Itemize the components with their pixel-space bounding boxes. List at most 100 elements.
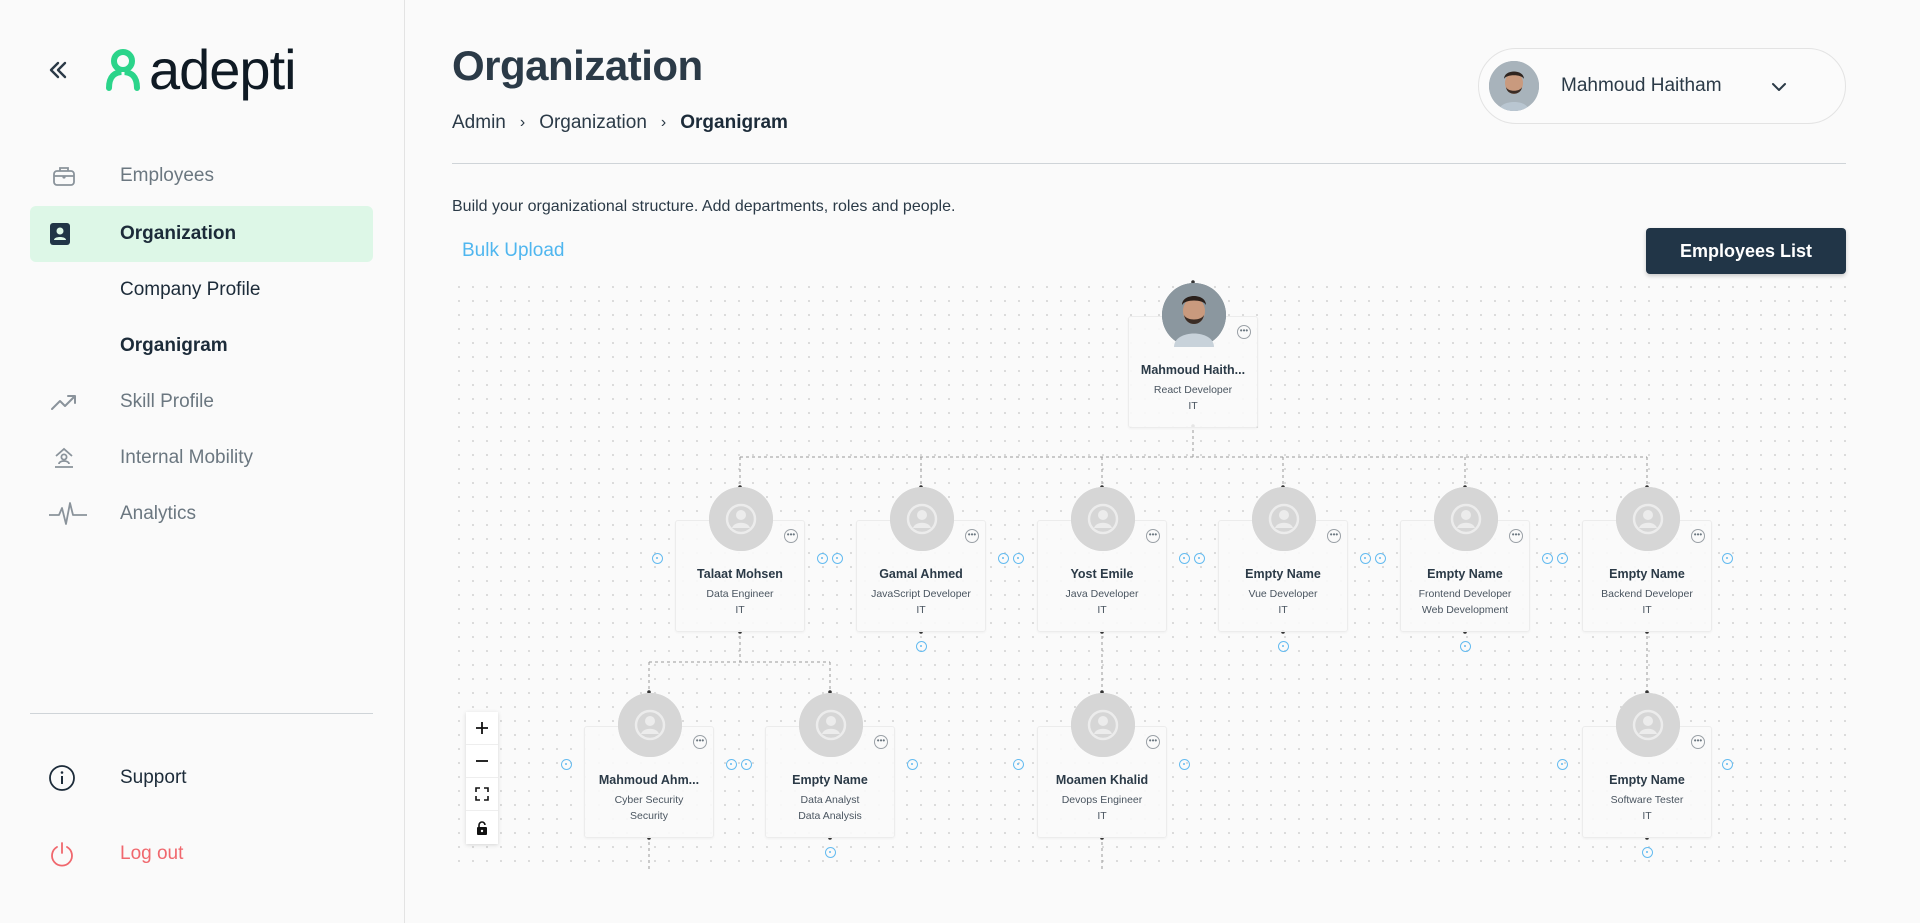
page-description: Build your organizational structure. Add… <box>452 198 956 215</box>
node-more-icon[interactable]: ••• <box>693 735 707 749</box>
add-sibling-icon[interactable] <box>1360 553 1371 564</box>
add-sibling-icon[interactable] <box>741 759 752 770</box>
trending-up-icon <box>50 388 78 416</box>
contact-badge-icon <box>46 220 74 248</box>
node-more-icon[interactable]: ••• <box>1146 735 1160 749</box>
avatar-placeholder <box>1616 693 1680 757</box>
org-node[interactable]: ••• Empty Name Frontend Developer Web De… <box>1400 487 1530 632</box>
org-node[interactable]: ••• Yost Emile Java Developer IT <box>1037 487 1167 632</box>
org-node[interactable]: ••• Empty Name Backend Developer IT <box>1582 487 1712 632</box>
add-sibling-icon[interactable] <box>1375 553 1386 564</box>
node-role: JavaScript Developer <box>871 588 971 600</box>
add-sibling-icon[interactable] <box>1557 759 1568 770</box>
node-role: Vue Developer <box>1248 588 1318 600</box>
add-child-icon[interactable] <box>1278 641 1289 652</box>
zoom-in-icon[interactable] <box>466 712 498 745</box>
add-child-icon[interactable] <box>916 641 927 652</box>
add-child-icon[interactable] <box>825 847 836 858</box>
add-sibling-icon[interactable] <box>652 553 663 564</box>
org-chart-canvas[interactable]: ••• Mahmoud Haith... React Developer IT … <box>452 280 1846 870</box>
add-sibling-icon[interactable] <box>1013 759 1024 770</box>
node-more-icon[interactable]: ••• <box>1691 529 1705 543</box>
sidebar-item-employees[interactable]: Employees <box>30 148 373 204</box>
add-sibling-icon[interactable] <box>1722 553 1733 564</box>
user-menu[interactable]: Mahmoud Haitham <box>1478 48 1846 124</box>
add-sibling-icon[interactable] <box>561 759 572 770</box>
add-sibling-icon[interactable] <box>1179 759 1190 770</box>
org-node[interactable]: ••• Empty Name Vue Developer IT <box>1218 487 1348 632</box>
org-node[interactable]: ••• Gamal Ahmed JavaScript Developer IT <box>856 487 986 632</box>
node-name: Mahmoud Haith... <box>1140 363 1246 377</box>
sidebar-item-organigram[interactable]: Organigram <box>30 318 373 374</box>
collapse-sidebar-icon[interactable] <box>42 55 72 85</box>
node-more-icon[interactable]: ••• <box>1509 529 1523 543</box>
node-role: Backend Developer <box>1601 588 1693 600</box>
bulk-upload-link[interactable]: Bulk Upload <box>462 240 564 262</box>
zoom-out-icon[interactable] <box>466 745 498 778</box>
org-node[interactable]: ••• Moamen Khalid Devops Engineer IT <box>1037 693 1167 838</box>
org-node[interactable]: ••• Empty Name Software Tester IT <box>1582 693 1712 838</box>
node-name: Yost Emile <box>1070 567 1134 581</box>
node-name: Talaat Mohsen <box>697 567 783 581</box>
briefcase-icon <box>50 162 78 190</box>
add-child-icon[interactable] <box>1642 847 1653 858</box>
user-placeholder-icon <box>1071 487 1135 551</box>
node-name: Empty Name <box>1245 567 1321 581</box>
info-icon <box>48 764 76 792</box>
user-placeholder-icon <box>1434 487 1498 551</box>
node-dept: IT <box>1642 810 1652 822</box>
node-more-icon[interactable]: ••• <box>965 529 979 543</box>
sidebar-item-company-profile[interactable]: Company Profile <box>30 262 373 318</box>
lock-icon[interactable] <box>466 811 498 844</box>
add-sibling-icon[interactable] <box>832 553 843 564</box>
main-content: Organization Admin › Organization › Orga… <box>406 0 1920 923</box>
add-sibling-icon[interactable] <box>1542 553 1553 564</box>
sidebar-item-label: Analytics <box>120 503 197 524</box>
add-sibling-icon[interactable] <box>1194 553 1205 564</box>
add-sibling-icon[interactable] <box>907 759 918 770</box>
add-sibling-icon[interactable] <box>1179 553 1190 564</box>
sidebar-item-skill-profile[interactable]: Skill Profile <box>30 374 373 430</box>
node-more-icon[interactable]: ••• <box>1691 735 1705 749</box>
breadcrumb-organization[interactable]: Organization <box>539 112 647 134</box>
node-more-icon[interactable]: ••• <box>1237 325 1251 339</box>
org-node[interactable]: ••• Talaat Mohsen Data Engineer IT <box>675 487 805 632</box>
node-more-icon[interactable]: ••• <box>784 529 798 543</box>
support-label: Support <box>120 767 187 788</box>
add-sibling-icon[interactable] <box>1013 553 1024 564</box>
add-sibling-icon[interactable] <box>998 553 1009 564</box>
org-node-root[interactable]: ••• Mahmoud Haith... React Developer IT <box>1128 283 1258 428</box>
node-dept: IT <box>1642 604 1652 616</box>
node-more-icon[interactable]: ••• <box>1327 529 1341 543</box>
sidebar-item-label: Organigram <box>120 335 228 356</box>
sidebar-item-analytics[interactable]: Analytics <box>30 486 373 542</box>
node-name: Empty Name <box>1609 567 1685 581</box>
user-placeholder-icon <box>799 693 863 757</box>
avatar-placeholder <box>1071 487 1135 551</box>
node-role: Java Developer <box>1065 588 1139 600</box>
sidebar-item-organization[interactable]: Organization <box>30 206 373 262</box>
add-sibling-icon[interactable] <box>1722 759 1733 770</box>
add-sibling-icon[interactable] <box>1557 553 1568 564</box>
node-more-icon[interactable]: ••• <box>1146 529 1160 543</box>
node-more-icon[interactable]: ••• <box>874 735 888 749</box>
user-placeholder-icon <box>890 487 954 551</box>
add-sibling-icon[interactable] <box>817 553 828 564</box>
employees-list-button[interactable]: Employees List <box>1646 228 1846 274</box>
user-placeholder-icon <box>1071 693 1135 757</box>
add-child-icon[interactable] <box>1460 641 1471 652</box>
org-node[interactable]: ••• Mahmoud Ahm... Cyber Security Securi… <box>584 693 714 838</box>
sidebar-item-internal-mobility[interactable]: Internal Mobility <box>30 430 373 486</box>
fit-view-icon[interactable] <box>466 778 498 811</box>
power-icon <box>48 840 76 868</box>
support-link[interactable]: Support <box>30 750 373 806</box>
node-role: Cyber Security <box>614 794 684 806</box>
org-node[interactable]: ••• Empty Name Data Analyst Data Analysi… <box>765 693 895 838</box>
logout-link[interactable]: Log out <box>30 826 373 882</box>
add-sibling-icon[interactable] <box>726 759 737 770</box>
avatar-placeholder <box>1616 487 1680 551</box>
breadcrumb-admin[interactable]: Admin <box>452 112 506 134</box>
node-dept: Web Development <box>1421 604 1509 616</box>
node-role: React Developer <box>1153 384 1233 396</box>
breadcrumb-organigram: Organigram <box>680 112 788 133</box>
